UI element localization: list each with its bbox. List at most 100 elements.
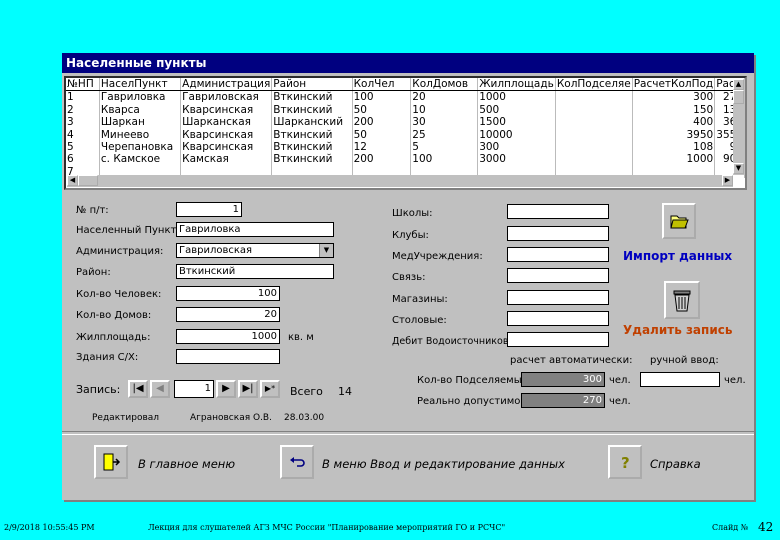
table-cell[interactable]: Минеево xyxy=(99,128,182,142)
table-cell[interactable]: Кварса xyxy=(99,103,182,117)
table-cell[interactable]: Шарканский xyxy=(271,116,353,129)
clubs-field[interactable] xyxy=(507,226,609,241)
table-row[interactable]: 4 Минеево Кварсинская Вткинский 50 25 10000 395… xyxy=(66,128,745,142)
prev-record-button[interactable]: ◀ xyxy=(150,380,170,398)
table-row[interactable]: 3ШарканШарканскаяШарканский2003015004003… xyxy=(66,116,745,129)
column-header[interactable]: №НП xyxy=(66,78,100,92)
help-label[interactable]: Справка xyxy=(650,457,701,471)
delete-label[interactable]: Удалить запись xyxy=(623,323,732,337)
main-menu-button[interactable] xyxy=(94,445,128,479)
table-cell[interactable]: Кварсинская xyxy=(180,128,273,142)
table-cell[interactable]: Вткинский xyxy=(271,153,353,166)
table-cell[interactable]: 200 xyxy=(352,116,412,129)
canteens-field[interactable] xyxy=(507,311,609,326)
table-cell[interactable] xyxy=(555,90,633,104)
table-cell[interactable]: Вткинский xyxy=(271,90,353,104)
grid-horizontal-scrollbar[interactable]: ◀ ▶ xyxy=(67,175,733,187)
water-field[interactable] xyxy=(507,332,609,347)
table-cell[interactable]: 300 xyxy=(477,141,556,154)
table-cell[interactable]: 10 xyxy=(410,103,479,117)
table-cell[interactable]: 5 xyxy=(66,141,100,154)
schools-field[interactable] xyxy=(507,204,609,219)
chevron-down-icon[interactable]: ▼ xyxy=(319,244,333,257)
table-cell[interactable]: 3950 xyxy=(632,128,716,142)
table-cell[interactable]: 400 xyxy=(632,116,716,129)
buildings-field[interactable] xyxy=(176,349,280,364)
column-header[interactable]: Администрация xyxy=(180,78,273,92)
records-grid[interactable]: №НП НаселПункт Администрация Район КолЧел Кол… xyxy=(64,76,747,190)
med-field[interactable] xyxy=(507,247,609,262)
record-number-field[interactable]: 1 xyxy=(174,380,214,398)
table-cell[interactable] xyxy=(555,153,633,166)
table-cell[interactable]: 3000 xyxy=(477,153,556,166)
table-cell[interactable]: 25 xyxy=(410,128,479,142)
table-cell[interactable]: 1000 xyxy=(477,90,556,104)
last-record-button[interactable]: ▶| xyxy=(238,380,258,398)
table-cell[interactable]: Кварсинская xyxy=(180,103,273,117)
delete-button[interactable] xyxy=(664,281,700,319)
table-cell[interactable]: Кварсинская xyxy=(180,141,273,154)
scroll-thumb[interactable] xyxy=(733,90,744,104)
new-record-button[interactable]: ▶* xyxy=(260,380,280,398)
people-field[interactable]: 100 xyxy=(176,286,280,301)
column-header[interactable]: КолПодселяе xyxy=(555,78,633,92)
table-cell[interactable]: 100 xyxy=(352,90,412,104)
import-button[interactable] xyxy=(662,203,696,239)
name-field[interactable]: Гавриловка xyxy=(176,222,334,237)
table-cell[interactable]: 300 xyxy=(632,90,716,104)
table-cell[interactable]: Шарканская xyxy=(180,116,273,129)
num-field[interactable]: 1 xyxy=(176,202,242,217)
grid-vertical-scrollbar[interactable]: ▲ ▼ xyxy=(733,79,745,175)
table-cell[interactable]: 50 xyxy=(352,103,412,117)
column-header[interactable]: Район xyxy=(271,78,353,92)
table-cell[interactable]: 1000 xyxy=(632,153,716,166)
table-cell[interactable]: 5 xyxy=(410,141,479,154)
rayon-field[interactable]: Вткинский xyxy=(176,264,334,279)
table-cell[interactable]: Гавриловская xyxy=(180,90,273,104)
table-cell[interactable]: Вткинский xyxy=(271,103,353,117)
hscroll-thumb[interactable] xyxy=(78,175,98,186)
table-row[interactable]: 5 Черепановка Кварсинская Вткинский 12 5 300 10… xyxy=(66,141,745,154)
next-record-button[interactable]: ▶ xyxy=(216,380,236,398)
table-cell[interactable]: Гавриловка xyxy=(99,90,182,104)
table-cell[interactable]: 4 xyxy=(66,128,100,142)
column-header[interactable]: КолЧел xyxy=(352,78,412,92)
table-cell[interactable] xyxy=(555,141,633,154)
settled-manual-field[interactable] xyxy=(640,372,720,387)
comm-field[interactable] xyxy=(507,268,609,283)
table-row[interactable]: 6 с. Камское Камская Вткинский 200 100 3000 100… xyxy=(66,153,745,166)
table-cell[interactable]: 50 xyxy=(352,128,412,142)
first-record-button[interactable]: |◀ xyxy=(128,380,148,398)
column-header[interactable]: НаселПункт xyxy=(99,78,182,92)
table-cell[interactable]: 200 xyxy=(352,153,412,166)
edit-menu-label[interactable]: В меню Ввод и редактирование данных xyxy=(322,457,565,471)
table-cell[interactable]: 3 xyxy=(66,116,100,129)
column-header[interactable]: КолДомов xyxy=(410,78,479,92)
table-cell[interactable]: 108 xyxy=(632,141,716,154)
table-cell[interactable] xyxy=(555,116,633,129)
import-label[interactable]: Импорт данных xyxy=(623,249,732,263)
table-cell[interactable]: Шаркан xyxy=(99,116,182,129)
table-cell[interactable]: Вткинский xyxy=(271,141,353,154)
table-cell[interactable]: 2 xyxy=(66,103,100,117)
table-cell[interactable]: 500 xyxy=(477,103,556,117)
column-header[interactable]: РасчетКолПод xyxy=(632,78,716,92)
table-cell[interactable]: 1 xyxy=(66,90,100,104)
scroll-right-icon[interactable]: ▶ xyxy=(722,175,733,186)
table-cell[interactable]: Вткинский xyxy=(271,128,353,142)
help-button[interactable]: ? xyxy=(608,445,642,479)
area-field[interactable]: 1000 xyxy=(176,329,280,344)
edit-menu-button[interactable] xyxy=(280,445,314,479)
table-cell[interactable]: 100 xyxy=(410,153,479,166)
table-row[interactable]: 2КварсаКварсинскаяВткинский5010500150135 xyxy=(66,103,745,117)
table-cell[interactable]: 6 xyxy=(66,153,100,166)
admin-select[interactable]: Гавриловская ▼ xyxy=(176,243,334,258)
table-cell[interactable]: Черепановка xyxy=(99,141,182,154)
table-row[interactable]: 1 Гавриловка Гавриловская Вткинский 100 20 100… xyxy=(66,90,745,104)
column-header[interactable]: Жилплощадь xyxy=(477,78,556,92)
table-cell[interactable]: 12 xyxy=(352,141,412,154)
table-cell[interactable]: 1500 xyxy=(477,116,556,129)
table-cell[interactable]: Камская xyxy=(180,153,273,166)
main-menu-label[interactable]: В главное меню xyxy=(138,457,235,471)
scroll-down-icon[interactable]: ▼ xyxy=(733,163,744,174)
